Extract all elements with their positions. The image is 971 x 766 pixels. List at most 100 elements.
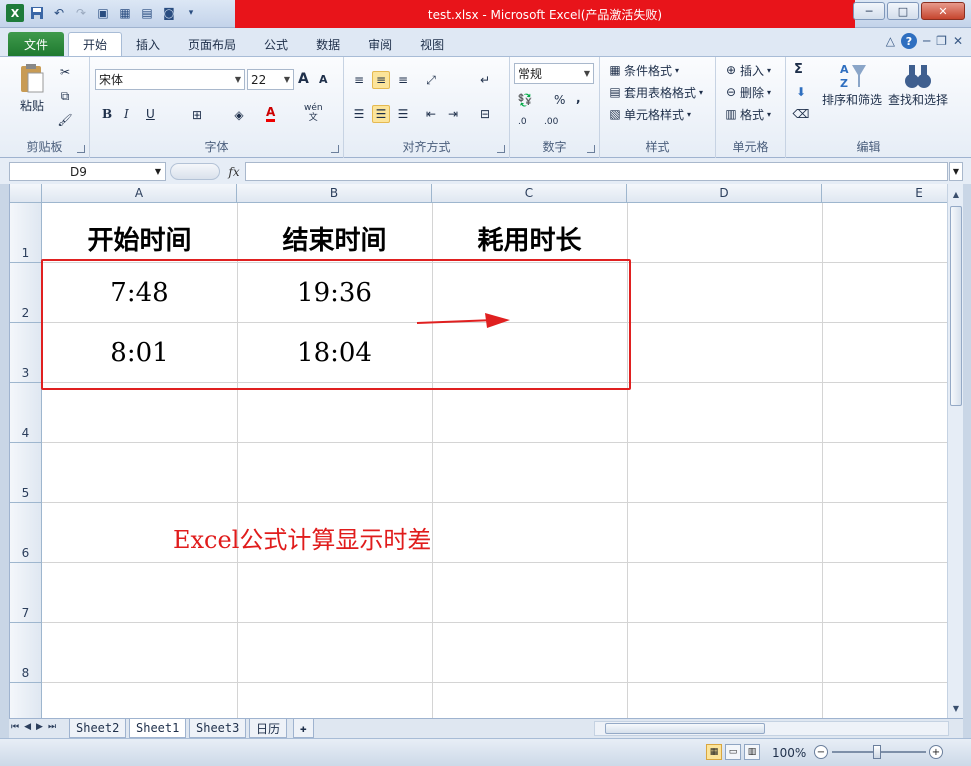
minimize-button[interactable]: ─: [853, 2, 885, 20]
currency-icon[interactable]: 💱: [516, 91, 534, 109]
comma-button[interactable]: ,: [576, 91, 581, 105]
select-all-corner[interactable]: [10, 184, 42, 203]
page-break-view-icon[interactable]: ▥: [744, 744, 760, 760]
cut-icon[interactable]: ✂: [56, 63, 74, 81]
cell-a1[interactable]: 开始时间: [42, 203, 237, 263]
decrease-indent-icon[interactable]: ⇤: [422, 105, 440, 123]
insert-cells-button[interactable]: ⊕ 插入 ▾: [722, 61, 771, 79]
cell-styles-button[interactable]: ▧ 单元格样式 ▾: [606, 105, 691, 123]
column-header-d[interactable]: D: [627, 184, 822, 203]
shrink-font-button[interactable]: A: [319, 73, 328, 86]
cell-b1[interactable]: 结束时间: [237, 203, 432, 263]
tab-file[interactable]: 文件: [8, 32, 64, 56]
sheet-tab-sheet3[interactable]: Sheet3: [189, 719, 247, 738]
orientation-icon[interactable]: ⤢: [422, 71, 440, 89]
tab-formulas[interactable]: 公式: [250, 32, 302, 56]
row-header-2[interactable]: 2: [10, 263, 42, 323]
column-header-a[interactable]: A: [42, 184, 237, 203]
fill-icon[interactable]: ⬇: [792, 83, 810, 101]
align-left-icon[interactable]: ☰: [350, 105, 368, 123]
align-top-icon[interactable]: ≡: [350, 71, 368, 89]
tab-home[interactable]: 开始: [68, 32, 123, 56]
align-right-icon[interactable]: ☰: [394, 105, 412, 123]
tab-insert[interactable]: 插入: [122, 32, 174, 56]
dialog-launcher-icon[interactable]: [77, 145, 85, 153]
tab-review[interactable]: 审阅: [354, 32, 406, 56]
last-sheet-icon[interactable]: ⏭: [48, 722, 56, 732]
column-header-b[interactable]: B: [237, 184, 432, 203]
format-as-table-button[interactable]: ▤ 套用表格格式 ▾: [606, 83, 703, 101]
font-name-combo[interactable]: 宋体 ▼: [95, 69, 245, 90]
table-icon[interactable]: ▦: [116, 4, 134, 22]
row-header-4[interactable]: 4: [10, 383, 42, 443]
font-color-button[interactable]: A: [266, 105, 276, 122]
wrap-text-icon[interactable]: ↵: [476, 71, 494, 89]
undo-icon[interactable]: ↶: [50, 4, 68, 22]
scroll-up-icon[interactable]: ▲: [950, 188, 962, 200]
horizontal-scroll-thumb[interactable]: [605, 723, 765, 734]
format-cells-button[interactable]: ▥ 格式 ▾: [722, 105, 771, 123]
page-layout-view-icon[interactable]: ▭: [725, 744, 741, 760]
clear-icon[interactable]: ⌫: [792, 105, 810, 123]
customize-qat-icon[interactable]: ▾: [182, 4, 200, 22]
tab-view[interactable]: 视图: [406, 32, 458, 56]
autosum-button[interactable]: Σ: [794, 62, 803, 77]
paste-special-icon[interactable]: ▤: [138, 4, 156, 22]
row-header-8[interactable]: 8: [10, 623, 42, 683]
align-bottom-icon[interactable]: ≡: [394, 71, 412, 89]
dialog-launcher-icon[interactable]: [587, 145, 595, 153]
redo-icon[interactable]: ↷: [72, 4, 90, 22]
dialog-launcher-icon[interactable]: [331, 145, 339, 153]
first-sheet-icon[interactable]: ⏮: [11, 722, 19, 732]
zoom-in-icon[interactable]: +: [929, 745, 943, 759]
row-header-9[interactable]: [10, 683, 42, 718]
percent-button[interactable]: %: [554, 93, 565, 107]
insert-function-button[interactable]: fx: [224, 162, 244, 181]
grow-font-button[interactable]: A: [298, 71, 309, 87]
row-header-5[interactable]: 5: [10, 443, 42, 503]
row-header-6[interactable]: 6: [10, 503, 42, 563]
expand-formula-icon[interactable]: ▼: [949, 162, 963, 181]
help-icon[interactable]: ?: [900, 33, 917, 49]
prev-sheet-icon[interactable]: ◀: [24, 722, 31, 732]
next-sheet-icon[interactable]: ▶: [36, 722, 43, 732]
row-header-3[interactable]: 3: [10, 323, 42, 383]
minimize-ribbon-icon[interactable]: △: [886, 34, 895, 48]
phonetic-button[interactable]: wén 文: [304, 103, 323, 123]
worksheet-grid[interactable]: A B C D E 1 2 3 4 5 6 7 8 开始时间 结束时间 耗用时长…: [9, 184, 947, 718]
insert-sheet-icon[interactable]: ✚: [293, 719, 314, 738]
font-size-combo[interactable]: 22 ▼: [247, 69, 294, 90]
formula-input[interactable]: [245, 162, 948, 181]
align-center-icon[interactable]: ☰: [372, 105, 390, 123]
sheet-tab-calendar[interactable]: 日历: [249, 719, 288, 738]
tab-page-layout[interactable]: 页面布局: [174, 32, 250, 56]
format-painter-icon[interactable]: 🖌: [56, 111, 74, 129]
column-header-c[interactable]: C: [432, 184, 627, 203]
zoom-out-icon[interactable]: −: [814, 745, 828, 759]
save-icon[interactable]: [28, 4, 46, 22]
find-select-button[interactable]: 查找和选择: [888, 61, 948, 108]
underline-button[interactable]: U: [146, 107, 155, 121]
fill-color-icon[interactable]: ◈: [230, 106, 248, 124]
name-box[interactable]: D9 ▼: [9, 162, 166, 181]
tab-data[interactable]: 数据: [302, 32, 354, 56]
increase-decimal-button[interactable]: .0: [518, 117, 527, 127]
increase-indent-icon[interactable]: ⇥: [444, 105, 462, 123]
zoom-slider-knob[interactable]: [873, 745, 881, 759]
dialog-launcher-icon[interactable]: [497, 145, 505, 153]
normal-view-icon[interactable]: ▦: [706, 744, 722, 760]
borders-icon[interactable]: ⊞: [188, 106, 206, 124]
doc-close-icon[interactable]: ✕: [953, 34, 963, 48]
sort-filter-button[interactable]: AZ 排序和筛选: [822, 61, 882, 108]
paste-button[interactable]: 粘贴: [14, 63, 50, 114]
doc-restore-icon[interactable]: ❐: [936, 34, 947, 48]
scroll-down-icon[interactable]: ▼: [950, 702, 962, 714]
conditional-format-button[interactable]: ▦ 条件格式 ▾: [606, 61, 679, 79]
align-middle-icon[interactable]: ≡: [372, 71, 390, 89]
maximize-button[interactable]: □: [887, 2, 919, 20]
print-preview-icon[interactable]: ▣: [94, 4, 112, 22]
camera-icon[interactable]: ◙: [160, 4, 178, 22]
delete-cells-button[interactable]: ⊖ 删除 ▾: [722, 83, 771, 101]
doc-minimize-icon[interactable]: ─: [923, 34, 930, 48]
sheet-tab-sheet1[interactable]: Sheet1: [129, 719, 187, 738]
